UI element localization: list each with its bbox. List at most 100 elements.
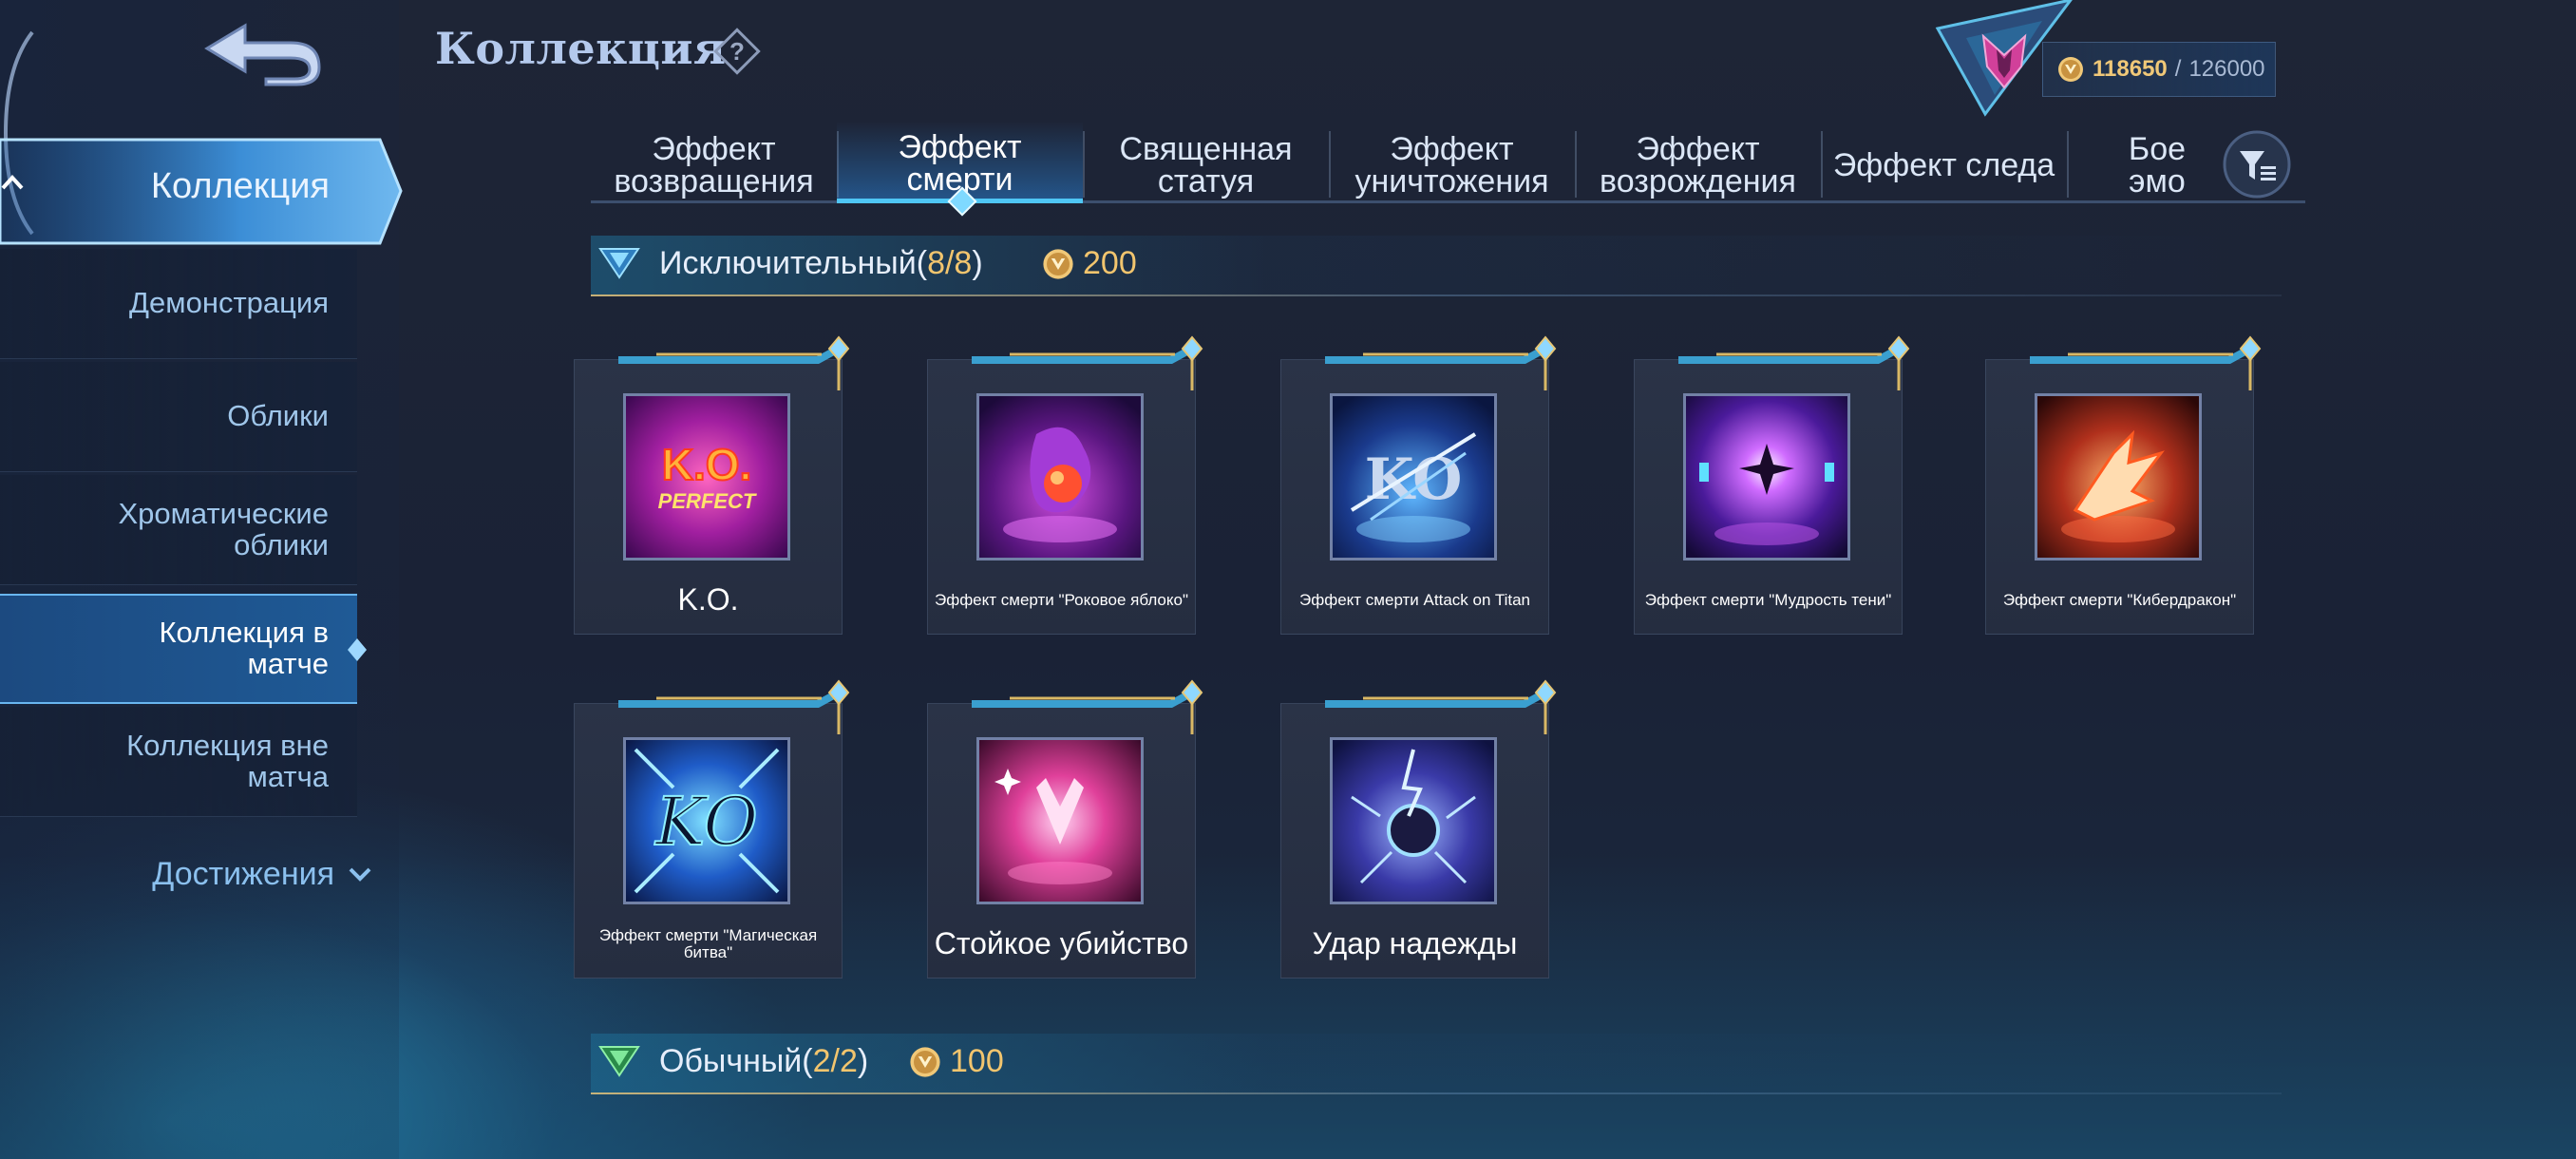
item-art: KO [623, 737, 790, 904]
sidebar-item-label-line1: Коллекция вне [126, 728, 329, 762]
item-name: Эффект смерти "Мудрость тени" [1644, 591, 1892, 610]
sidebar-item-label-line2: облики [234, 527, 329, 561]
section-title: Исключительный(8/8) [659, 245, 983, 282]
sidebar-item-out-of-match-collection[interactable]: Коллекция вне матча [0, 707, 357, 817]
sidebar-achievements-label: Достижения [152, 855, 334, 892]
sidebar-item-achievements[interactable]: Достижения [0, 836, 380, 912]
sidebar-item-label: Облики [227, 399, 329, 433]
card-corner-ornament [618, 335, 850, 390]
tab-return-effect[interactable]: Эффект возвращения [591, 122, 837, 203]
section-count: 8/8 [927, 245, 973, 281]
item-name: Эффект смерти "Кибердракон" [2002, 591, 2237, 610]
item-card-fatal-apple[interactable]: Эффект смерти "Роковое яблоко" [927, 335, 1203, 635]
tab-label-line1: Эффект [1390, 131, 1514, 167]
tab-label-line1: Эффект следа [1832, 147, 2055, 183]
item-name: K.O. [677, 582, 739, 618]
card-corner-ornament [1325, 335, 1557, 390]
section-title: Обычный(2/2) [659, 1043, 868, 1080]
section-count: 2/2 [812, 1043, 858, 1079]
help-button[interactable]: ? [710, 25, 764, 78]
back-button[interactable] [190, 8, 332, 98]
category-tabs: Эффект возвращения Эффект смерти Священная… [591, 122, 2305, 203]
tab-label-line2: возвращения [614, 163, 814, 200]
coin-icon [1043, 249, 1073, 279]
item-card-attack-on-titan[interactable]: KO Эффект смерти Attack on Titan [1280, 335, 1557, 635]
svg-text:?: ? [729, 37, 745, 66]
tab-label-line1: Бое [2128, 131, 2187, 167]
sidebar-item-chromatic-skins[interactable]: Хроматические облики [0, 475, 357, 585]
item-card-magic-battle[interactable]: KO Эффект смерти "Магическая битва" [574, 679, 850, 978]
item-card-shadow-wisdom[interactable]: Эффект смерти "Мудрость тени" [1634, 335, 1910, 635]
hope-strike-icon [1333, 740, 1494, 902]
sidebar-item-in-match-collection[interactable]: Коллекция в матче [0, 594, 357, 704]
svg-text:KO: KO [1365, 446, 1463, 513]
sidebar-collection-label: Коллекция [150, 166, 330, 206]
item-name: Эффект смерти "Магическая битва" [598, 926, 818, 961]
attack-on-titan-icon: KO [1333, 396, 1494, 558]
filter-icon [2223, 130, 2291, 199]
filter-button[interactable] [2221, 128, 2293, 200]
chevron-down-icon [349, 867, 371, 882]
tab-label-line1: Эффект [1636, 131, 1760, 167]
svg-text:PERFECT: PERFECT [658, 489, 757, 513]
section-header-common: Обычный(2/2) 100 [591, 1034, 2282, 1094]
svg-text:KO: KO [653, 783, 758, 861]
sidebar-item-label-line2: матча [247, 759, 329, 793]
coin-icon [910, 1047, 940, 1077]
sidebar-item-label-line1: Коллекция в [159, 616, 329, 650]
tab-label-line1: Священная [1119, 131, 1293, 167]
active-diamond-icon [348, 638, 367, 661]
points-display: 118650/126000 [2042, 42, 2276, 97]
item-name: Стойкое убийство [934, 926, 1189, 961]
page-title: Коллекция [435, 23, 727, 74]
sidebar-item-collection[interactable]: Коллекция [0, 136, 404, 247]
section-title-text: Исключительный [659, 245, 917, 281]
item-name: Эффект смерти Attack on Titan [1299, 591, 1530, 610]
points-value: 118650 [2093, 56, 2168, 82]
sidebar-item-skins[interactable]: Облики [0, 362, 357, 472]
item-card-steady-kill[interactable]: Стойкое убийство [927, 679, 1203, 978]
tab-label-line2: эмо [2129, 163, 2186, 200]
tab-elimination-effect[interactable]: Эффект уничтожения [1329, 122, 1575, 203]
section-count-close: ) [857, 1043, 869, 1079]
steady-kill-icon [979, 740, 1141, 902]
magic-battle-icon: KO [626, 740, 787, 902]
card-corner-ornament [618, 679, 850, 734]
item-art [1330, 737, 1497, 904]
tab-sacred-statue[interactable]: Священная статуя [1083, 122, 1329, 203]
section-divider [591, 1092, 2282, 1094]
tab-label-line2: возрождения [1600, 163, 1796, 200]
sidebar-item-label: Демонстрация [129, 286, 329, 320]
sidebar-item-label-line1: Хроматические [118, 496, 329, 530]
tab-trail-effect[interactable]: Эффект следа [1821, 122, 2067, 203]
ko-perfect-icon: K.O. PERFECT [626, 396, 787, 558]
tab-label-line1: Эффект [652, 131, 776, 167]
item-card-hope-strike[interactable]: Удар надежды [1280, 679, 1557, 978]
item-card-cyber-dragon[interactable]: Эффект смерти "Кибердракон" [1985, 335, 2262, 635]
card-corner-ornament [2030, 335, 2262, 390]
tab-label-line2: статуя [1157, 163, 1255, 200]
sidebar-item-showcase[interactable]: Демонстрация [0, 249, 357, 359]
section-count-open: ( [802, 1043, 813, 1079]
cyber-dragon-icon [2037, 396, 2199, 558]
card-corner-ornament [1678, 335, 1910, 390]
card-corner-ornament [972, 679, 1203, 734]
back-arrow-icon [204, 22, 321, 86]
item-card-ko[interactable]: K.O. PERFECT K.O. [574, 335, 850, 635]
tab-death-effect[interactable]: Эффект смерти [837, 122, 1083, 203]
item-name: Эффект смерти "Роковое яблоко" [934, 591, 1188, 610]
item-art: K.O. PERFECT [623, 393, 790, 560]
tab-label-line2: уничтожения [1354, 163, 1549, 200]
svg-text:K.O.: K.O. [662, 440, 752, 489]
chevron-up-icon [1, 175, 24, 190]
tab-revival-effect[interactable]: Эффект возрождения [1575, 122, 1821, 203]
card-corner-ornament [972, 335, 1203, 390]
rarity-gem-icon [598, 1046, 640, 1077]
shadow-wisdom-icon [1686, 396, 1847, 558]
tab-label-line1: Эффект [898, 128, 1022, 165]
section-count-close: ) [972, 245, 983, 281]
card-corner-ornament [1325, 679, 1557, 734]
section-count-open: ( [916, 245, 928, 281]
item-art: KO [1330, 393, 1497, 560]
points-separator: / [2174, 56, 2182, 82]
